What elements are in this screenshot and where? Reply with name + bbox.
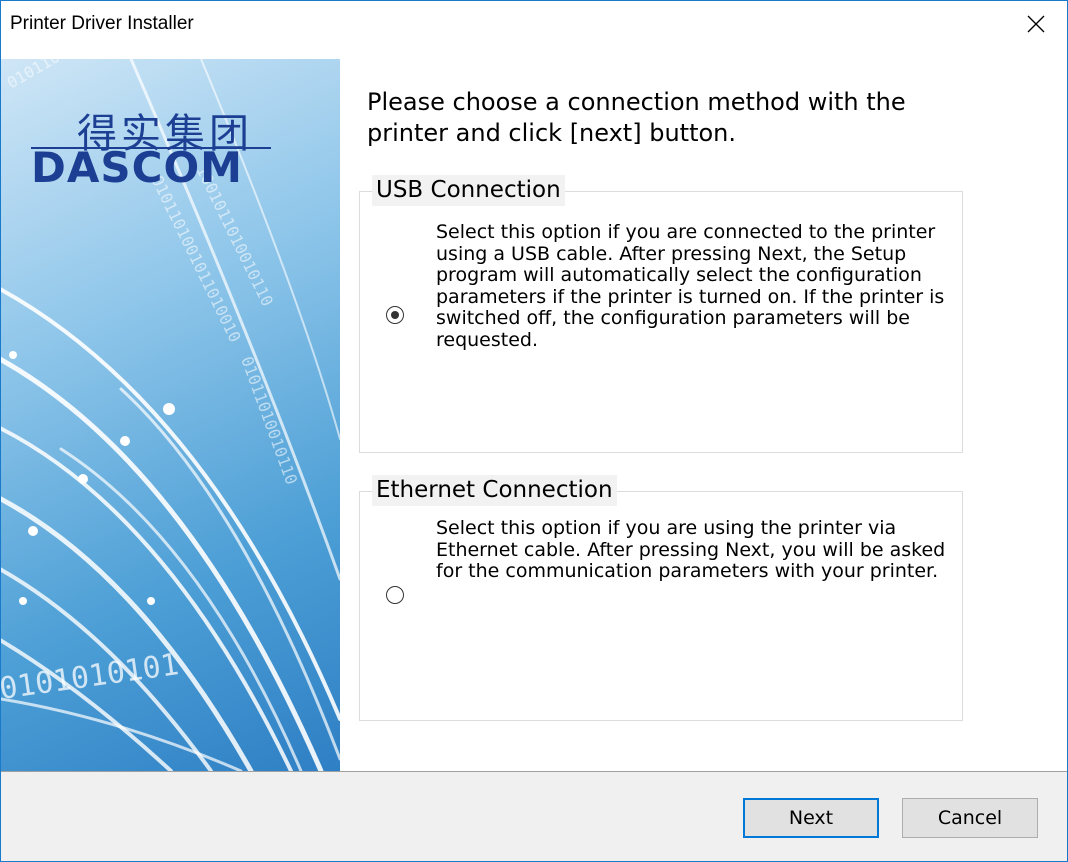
svg-text:0101101001011010010: 0101101001011010010 xyxy=(147,172,244,345)
close-icon xyxy=(1027,15,1045,33)
instruction-text: Please choose a connection method with t… xyxy=(367,88,906,147)
logo-dascom: DASCOM xyxy=(31,143,243,192)
title-bar: Printer Driver Installer xyxy=(1,1,1067,47)
button-bar: Next Cancel xyxy=(1,771,1067,861)
svg-text:010110: 010110 xyxy=(4,59,64,92)
ethernet-connection-group: Ethernet Connection Select this option i… xyxy=(359,475,963,721)
next-button[interactable]: Next xyxy=(743,798,879,838)
window-title: Printer Driver Installer xyxy=(10,13,194,34)
client-area: 0101101001011010010 1001011010010110 010… xyxy=(1,47,1067,771)
svg-text:01011010010110: 01011010010110 xyxy=(237,354,301,487)
usb-connection-radio[interactable] xyxy=(386,306,404,324)
radio-selected-dot xyxy=(391,311,399,319)
ethernet-connection-legend: Ethernet Connection xyxy=(372,475,617,506)
usb-connection-description: Select this option if you are connected … xyxy=(436,221,945,351)
ethernet-connection-description: Select this option if you are using the … xyxy=(436,517,946,582)
cancel-button[interactable]: Cancel xyxy=(902,798,1038,838)
usb-connection-legend: USB Connection xyxy=(372,175,565,206)
close-button[interactable] xyxy=(1005,1,1067,47)
ethernet-connection-radio[interactable] xyxy=(386,586,404,604)
usb-connection-group: USB Connection Select this option if you… xyxy=(359,175,963,453)
installer-window: Printer Driver Installer 010110100101101… xyxy=(0,0,1068,862)
side-banner: 0101101001011010010 1001011010010110 010… xyxy=(1,59,340,771)
